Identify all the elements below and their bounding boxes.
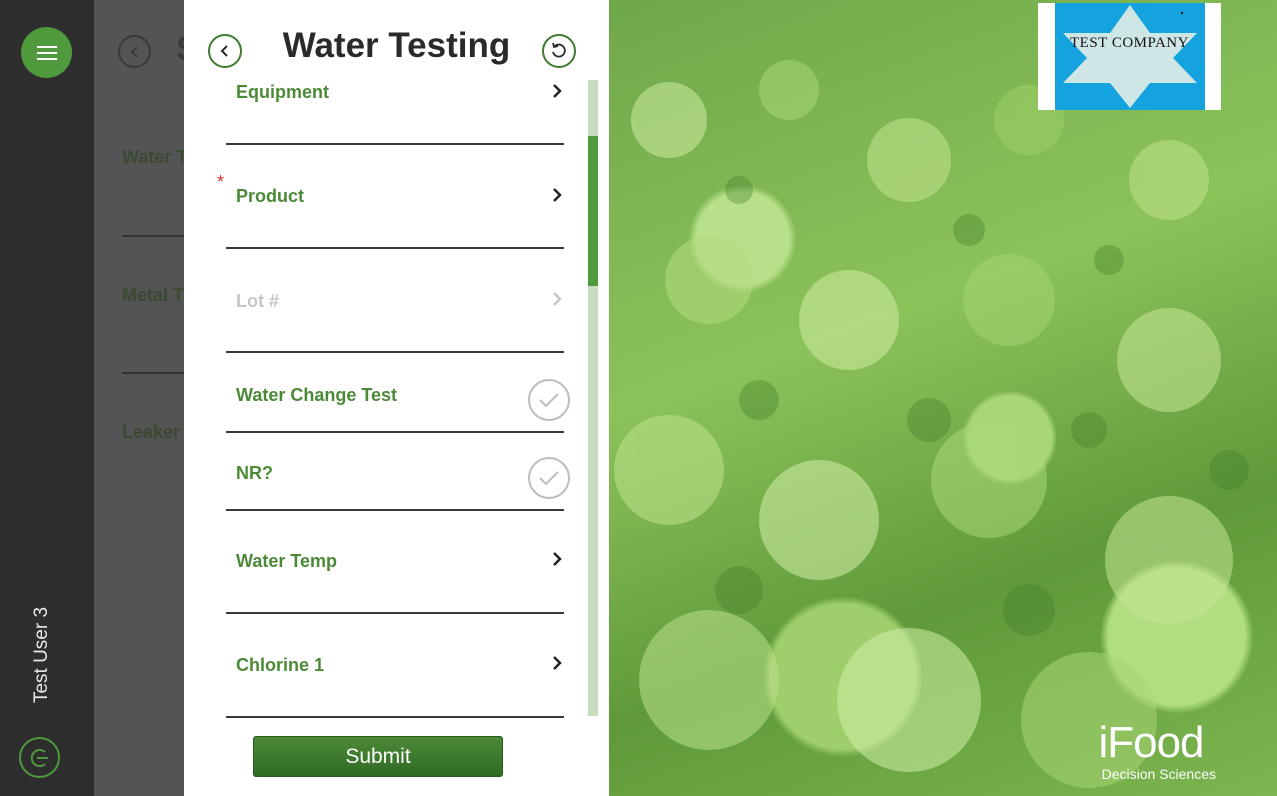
chevron-right-icon bbox=[550, 186, 564, 204]
nr-checkbox[interactable] bbox=[528, 457, 570, 499]
chevron-right-icon bbox=[550, 654, 564, 672]
water-change-test-checkbox[interactable] bbox=[528, 379, 570, 421]
chevron-right-icon bbox=[550, 82, 564, 100]
ifood-logo-subtitle: Decision Sciences bbox=[1101, 766, 1216, 782]
menu-button[interactable] bbox=[21, 27, 72, 78]
reset-button[interactable] bbox=[542, 34, 576, 68]
field-label: NR? bbox=[236, 463, 273, 483]
water-change-test-field: Water Change Test bbox=[226, 353, 570, 433]
chevron-right-icon bbox=[550, 290, 564, 308]
ifood-logo: iFood Decision Sciences bbox=[1086, 718, 1216, 788]
background-label: Water T bbox=[122, 147, 184, 167]
hamburger-icon bbox=[36, 45, 57, 60]
logout-button[interactable] bbox=[19, 737, 60, 778]
scrollbar[interactable] bbox=[588, 80, 598, 716]
ifood-logo-name: iFood bbox=[1098, 718, 1204, 767]
lot-number-field: Lot # bbox=[226, 249, 564, 353]
check-icon bbox=[539, 471, 559, 486]
product-field[interactable]: * Product bbox=[217, 145, 564, 249]
divider bbox=[122, 372, 184, 374]
user-name: Test User 3 bbox=[22, 606, 62, 704]
field-label: Water Temp bbox=[236, 551, 338, 571]
scrollbar-thumb[interactable] bbox=[588, 136, 598, 286]
background-form: S Water T Metal T Leaker bbox=[94, 0, 184, 796]
chlorine-1-field[interactable]: Chlorine 1 bbox=[226, 614, 564, 718]
check-icon bbox=[539, 393, 559, 408]
company-logo: TEST COMPANY bbox=[1038, 3, 1221, 110]
field-label: Water Change Test bbox=[236, 385, 398, 405]
water-temp-field[interactable]: Water Temp bbox=[226, 511, 564, 614]
background-label: Leaker bbox=[122, 422, 181, 442]
background-title: S bbox=[176, 30, 184, 69]
background-back-button bbox=[118, 35, 151, 68]
submit-button[interactable]: Submit bbox=[253, 736, 503, 777]
field-label: Product bbox=[236, 186, 305, 206]
divider bbox=[122, 235, 184, 237]
logout-icon bbox=[30, 748, 48, 767]
chevron-right-icon bbox=[550, 550, 564, 568]
field-label: Equipment bbox=[236, 82, 329, 102]
chevron-left-icon bbox=[130, 45, 138, 58]
water-testing-form: Water Testing Equipment * Product Lot # … bbox=[184, 0, 609, 796]
nav-rail: Test User 3 bbox=[0, 0, 94, 796]
nr-field: NR? bbox=[226, 433, 570, 511]
equipment-field[interactable]: Equipment bbox=[226, 78, 564, 145]
field-label: Chlorine 1 bbox=[236, 655, 325, 675]
user-name-label: Test User 3 bbox=[31, 606, 52, 704]
background-label: Metal T bbox=[122, 285, 184, 305]
required-marker: * bbox=[217, 172, 225, 192]
lettuce-texture bbox=[614, 60, 1249, 788]
star-icon bbox=[1062, 5, 1197, 108]
company-logo-badge: TEST COMPANY bbox=[1054, 3, 1205, 110]
refresh-icon bbox=[552, 42, 566, 58]
lettuce-field-photo bbox=[609, 0, 1277, 796]
field-label: Lot # bbox=[236, 291, 279, 311]
company-logo-text: TEST COMPANY bbox=[1070, 35, 1189, 51]
